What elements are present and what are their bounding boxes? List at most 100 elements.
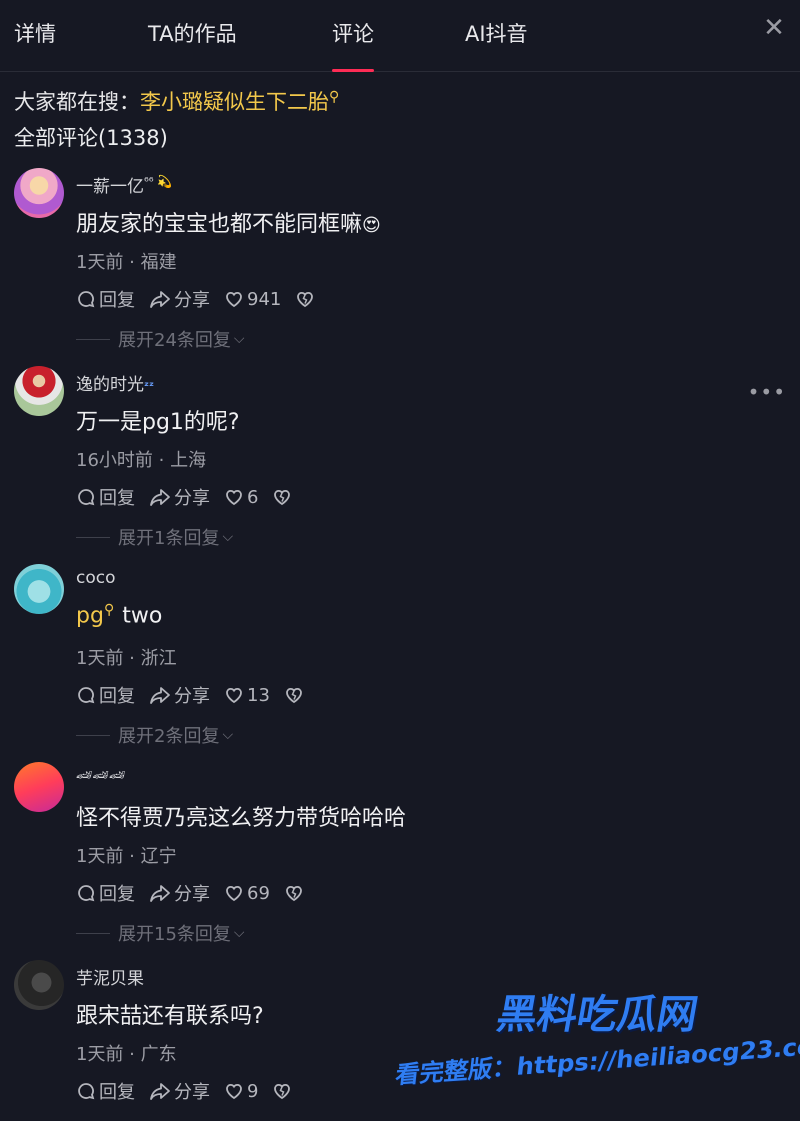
share-button[interactable]: 分享 — [149, 1078, 210, 1104]
like-count: 13 — [247, 684, 270, 706]
chevron-down-icon: ⌵ — [233, 925, 245, 941]
expand-label: 展开1条回复 — [118, 528, 220, 549]
share-button[interactable]: 分享 — [149, 484, 210, 510]
comment-text: 朋友家的宝宝也都不能同框嘛😍 — [76, 206, 381, 238]
emoji-icon: 😍 — [362, 215, 381, 236]
comment-meta: 1天前 · 辽宁 — [76, 846, 177, 867]
comment-item: coco pg⚲ two 1天前 · 浙江 回复 分享 13 展开2条回复 ⌵ — [0, 564, 800, 762]
share-button[interactable]: 分享 — [149, 880, 210, 906]
sleep-icon: ᶻᶻ — [144, 379, 155, 393]
search-icon: ⚲ — [329, 89, 340, 105]
share-icon — [150, 291, 170, 308]
heart-icon — [226, 489, 242, 506]
comment-text: pg⚲ two — [76, 602, 162, 628]
comment-username[interactable]: 🏎🏎🏎 — [76, 768, 126, 783]
chevron-down-icon: ⌵ — [222, 727, 234, 743]
tab-comments[interactable]: 评论 — [332, 18, 374, 72]
share-button[interactable]: 分享 — [149, 286, 210, 312]
tab-ai-douyin[interactable]: AI抖音 — [465, 18, 528, 72]
reply-icon — [78, 687, 95, 704]
reply-icon — [78, 291, 95, 308]
tab-details[interactable]: 详情 — [14, 18, 56, 72]
reply-button[interactable]: 回复 — [76, 286, 135, 312]
comment-username[interactable]: coco — [76, 568, 116, 588]
dislike-button[interactable] — [272, 487, 295, 507]
comment-item: 一薪一亿⁶⁶ 💫 朋友家的宝宝也都不能同框嘛😍 1天前 · 福建 回复 分享 9… — [0, 168, 800, 366]
comment-keyword[interactable]: pg — [76, 603, 104, 628]
dislike-button[interactable] — [272, 1081, 295, 1101]
comment-meta: 1天前 · 福建 — [76, 252, 177, 273]
share-label: 分享 — [174, 290, 210, 311]
comment-body: 朋友家的宝宝也都不能同框嘛 — [76, 212, 363, 237]
expand-label: 展开15条回复 — [118, 924, 231, 945]
like-count: 6 — [247, 486, 259, 508]
reply-button[interactable]: 回复 — [76, 880, 135, 906]
username-text: 一薪一亿 — [76, 177, 144, 197]
divider-line — [76, 932, 110, 934]
comment-text: 万一是pg1的呢? — [76, 410, 240, 435]
heart-icon — [226, 885, 242, 902]
reply-label: 回复 — [99, 290, 135, 311]
broken-heart-icon — [286, 687, 302, 704]
expand-replies[interactable]: 展开2条回复 ⌵ — [76, 722, 233, 748]
reply-button[interactable]: 回复 — [76, 484, 135, 510]
expand-label: 展开2条回复 — [118, 726, 220, 747]
divider-line — [76, 338, 110, 340]
like-button[interactable]: 69 — [224, 883, 270, 904]
comment-meta: 1天前 · 浙江 — [76, 648, 177, 669]
reply-button[interactable]: 回复 — [76, 682, 135, 708]
reply-icon — [78, 489, 95, 506]
reply-button[interactable]: 回复 — [76, 1078, 135, 1104]
like-button[interactable]: 9 — [224, 1081, 258, 1102]
divider-line — [76, 734, 110, 736]
more-options-icon[interactable]: ••• — [748, 380, 786, 404]
heart-icon — [226, 291, 242, 308]
comment-item: 🏎🏎🏎 怪不得贾乃亮这么努力带货哈哈哈 1天前 · 辽宁 回复 分享 69 展开… — [0, 762, 800, 960]
reply-icon — [78, 1083, 95, 1100]
avatar[interactable] — [14, 762, 64, 812]
reply-label: 回复 — [99, 488, 135, 509]
comment-username[interactable]: 一薪一亿⁶⁶ 💫 — [76, 172, 172, 197]
dislike-button[interactable] — [284, 883, 307, 903]
avatar[interactable] — [14, 564, 64, 614]
avatar[interactable] — [14, 168, 64, 218]
avatar[interactable] — [14, 960, 64, 1010]
expand-label: 展开24条回复 — [118, 330, 231, 351]
search-icon: ⚲ — [103, 602, 115, 618]
like-count: 9 — [247, 1080, 259, 1102]
comment-text: 跟宋喆还有联系吗? — [76, 1004, 264, 1029]
comment-username[interactable]: 逸的时光ᶻᶻ — [76, 370, 154, 395]
like-button[interactable]: 13 — [224, 685, 270, 706]
chevron-down-icon: ⌵ — [233, 331, 245, 347]
expand-replies[interactable]: 展开1条回复 ⌵ — [76, 524, 233, 550]
comment-actions: 回复 分享 9 — [76, 1078, 309, 1104]
dislike-button[interactable] — [295, 289, 318, 309]
comment-username[interactable]: 芋泥贝果 — [76, 964, 144, 989]
search-hint-prefix: 大家都在搜： — [14, 90, 140, 114]
like-button[interactable]: 6 — [224, 487, 258, 508]
expand-replies[interactable]: 展开24条回复 ⌵ — [76, 326, 245, 352]
tab-works[interactable]: TA的作品 — [148, 18, 237, 72]
search-hint-keyword[interactable]: 李小璐疑似生下二胎 — [140, 90, 329, 114]
watermark-title: 黑料吃瓜网 — [493, 992, 702, 1038]
share-icon — [150, 489, 170, 506]
comment-meta: 1天前 · 广东 — [76, 1044, 177, 1065]
expand-replies[interactable]: 展开15条回复 ⌵ — [76, 920, 245, 946]
comment-body: two — [122, 603, 163, 629]
comment-text: 怪不得贾乃亮这么努力带货哈哈哈 — [76, 806, 407, 831]
share-button[interactable]: 分享 — [149, 682, 210, 708]
close-icon[interactable]: ✕ — [762, 15, 786, 41]
tab-bar: 详情 TA的作品 评论 AI抖音 ✕ — [0, 0, 800, 72]
dislike-button[interactable] — [284, 685, 307, 705]
share-label: 分享 — [174, 686, 210, 707]
reply-label: 回复 — [99, 884, 135, 905]
comment-actions: 回复 分享 941 — [76, 286, 332, 312]
username-text: 逸的时光 — [76, 375, 144, 395]
avatar[interactable] — [14, 366, 64, 416]
like-count: 941 — [247, 288, 282, 310]
like-button[interactable]: 941 — [224, 289, 281, 310]
share-label: 分享 — [174, 1082, 210, 1103]
comment-actions: 回复 分享 6 — [76, 484, 309, 510]
reply-icon — [78, 885, 95, 902]
comments-count-title: 全部评论(1338) — [14, 126, 168, 150]
